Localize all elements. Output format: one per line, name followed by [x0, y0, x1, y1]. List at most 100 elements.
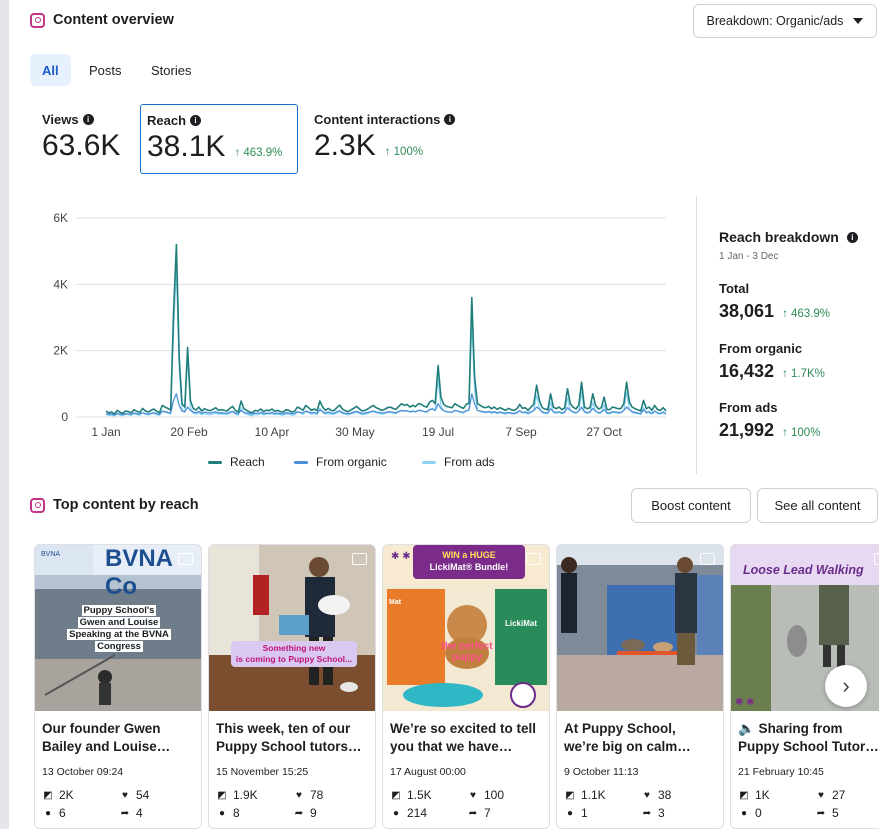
heart-icon: ♥: [644, 789, 650, 801]
shares-stat: ➦ 7: [467, 806, 491, 820]
likes-stat: ♥ 38: [641, 788, 671, 802]
boost-content-button[interactable]: Boost content: [631, 488, 751, 523]
breakdown-dropdown[interactable]: Breakdown: Organic/ads: [693, 4, 877, 38]
views-count: 1.1K: [581, 788, 606, 802]
tab-stories[interactable]: Stories: [139, 54, 203, 86]
svg-text:✱ ✱: ✱ ✱: [391, 551, 411, 562]
caption-line: you that we have…: [390, 739, 513, 754]
content-card[interactable]: ✱ ✱ WIN a HUGE LickiMat® Bundle! LickiMa…: [382, 544, 550, 829]
comment-icon: ●: [566, 807, 574, 819]
product-label: LickiMat: [504, 619, 537, 628]
overlay-line: Speaking at the BVNA: [67, 629, 171, 640]
x-tick-label: 30 May: [335, 425, 374, 439]
likes-count: 38: [658, 788, 672, 802]
comments-count: 8: [233, 806, 240, 820]
share-icon: ➦: [642, 807, 652, 819]
legend-swatch-reach: [208, 460, 222, 464]
breakdown-organic-change: ↑ 1.7K%: [782, 368, 825, 380]
see-all-content-button[interactable]: See all content: [757, 488, 878, 523]
breakdown-organic: From organic 16,432 ↑ 1.7K%: [719, 341, 825, 382]
info-icon[interactable]: i: [846, 231, 858, 243]
shares-stat: ➦ 5: [815, 806, 839, 820]
info-icon[interactable]: i: [444, 114, 456, 125]
breakdown-organic-label: From organic: [719, 341, 803, 356]
overlay-line: is coming to Puppy School...: [235, 654, 353, 664]
post-date: 13 October 09:24: [42, 766, 124, 778]
caption-line: Bailey and Louise…: [42, 739, 171, 754]
comments-stat: ● 0: [738, 806, 762, 820]
likes-stat: ♥ 27: [815, 788, 845, 802]
comment-icon: ●: [218, 807, 226, 819]
comment-icon: ●: [740, 807, 748, 819]
share-icon: ➦: [120, 807, 130, 819]
x-tick-label: 1 Jan: [91, 425, 120, 439]
info-icon[interactable]: i: [82, 114, 94, 125]
post-date: 9 October 11:13: [564, 766, 639, 778]
post-thumbnail: BVNA Co BVNA Puppy School's Gwen and Lou…: [35, 545, 201, 711]
content-overview-header: Content overview: [30, 12, 174, 28]
instagram-icon: [30, 497, 45, 513]
info-icon[interactable]: i: [190, 115, 202, 126]
comments-stat: ● 6: [42, 806, 66, 820]
content-card[interactable]: BVNA Co BVNA Puppy School's Gwen and Lou…: [34, 544, 202, 829]
y-tick-label: 6K: [53, 211, 68, 225]
caption-line: 🔈 Sharing from: [738, 721, 843, 736]
legend-ads: From ads: [422, 455, 495, 469]
views-stat: ◩ 2K: [42, 788, 73, 802]
metric-interactions[interactable]: Content interactions i 2.3K ↑ 100%: [314, 104, 514, 174]
likes-stat: ♥ 78: [293, 788, 323, 802]
post-date: 15 November 15:25: [216, 766, 309, 778]
caption-line: We’re so excited to tell: [390, 721, 537, 736]
comments-stat: ● 1: [564, 806, 588, 820]
x-tick-label: 19 Jul: [422, 425, 454, 439]
shares-stat: ➦ 9: [293, 806, 317, 820]
content-card[interactable]: At Puppy School, we’re big on calm… 9 Oct…: [556, 544, 724, 829]
reach-chart: 6K 4K 2K 0 1 Jan 20 Feb 10 Apr 30 May 19 Jul 7 Se…: [30, 196, 680, 481]
share-icon: ➦: [816, 807, 826, 819]
left-border: [0, 0, 9, 829]
caption-line: Puppy School Tutor…: [738, 739, 879, 754]
caption-line: At Puppy School,: [564, 721, 676, 736]
caption-line: This week, ten of our: [216, 721, 351, 736]
post-caption: 🔈 Sharing from Puppy School Tutor…: [738, 720, 879, 756]
tab-posts[interactable]: Posts: [77, 54, 134, 86]
likes-count: 54: [136, 788, 150, 802]
likes-stat: ♥ 54: [119, 788, 149, 802]
share-icon: ➦: [294, 807, 304, 819]
post-caption: We’re so excited to tell you that we have…: [390, 720, 546, 756]
caption-line: Puppy School tutors…: [216, 739, 362, 754]
breakdown-total-label: Total: [719, 281, 750, 296]
post-thumbnail: ✱ ✱ WIN a HUGE LickiMat® Bundle! LickiMa…: [383, 545, 549, 711]
brand-text: BVNA: [41, 551, 61, 558]
post-date: 17 August 00:00: [390, 766, 466, 778]
legend-label-reach: Reach: [230, 455, 265, 469]
metric-views-label: Views: [42, 112, 79, 127]
overlay-line: LickiMat® Bundle!: [429, 562, 509, 572]
overlay-line: Puppy School's: [81, 605, 157, 616]
metric-reach-change: ↑ 463.9%: [234, 147, 283, 159]
breakdown-ads: From ads 21,992 ↑ 100%: [719, 400, 820, 441]
breakdown-ads-label: From ads: [719, 400, 778, 415]
comments-stat: ● 8: [216, 806, 240, 820]
post-caption: This week, ten of our Puppy School tutors…: [216, 720, 372, 756]
views-count: 1K: [755, 788, 770, 802]
chevron-right-icon: ›: [842, 673, 850, 698]
content-card[interactable]: Something new is coming to Puppy School.…: [208, 544, 376, 829]
metric-views[interactable]: Views i 63.6K: [42, 104, 137, 174]
caption-line: we’re big on calm…: [564, 739, 691, 754]
overlay-line: Congress: [95, 641, 143, 652]
caret-down-icon: [853, 18, 864, 24]
views-icon: ◩: [739, 789, 749, 801]
shares-count: 9: [310, 806, 317, 820]
reel-icon: [526, 553, 541, 565]
x-tick-label: 27 Oct: [586, 425, 622, 439]
metric-reach[interactable]: Reach i 38.1K ↑ 463.9%: [140, 104, 298, 174]
share-icon: ➦: [468, 807, 478, 819]
shares-count: 4: [136, 806, 143, 820]
overlay-line: WIN a HUGE: [442, 550, 496, 560]
tab-all[interactable]: All: [30, 54, 71, 86]
carousel-next-button[interactable]: ›: [825, 665, 867, 707]
reel-icon: [178, 553, 193, 565]
x-tick-label: 7 Sep: [505, 425, 537, 439]
views-stat: ◩ 1.9K: [216, 788, 257, 802]
